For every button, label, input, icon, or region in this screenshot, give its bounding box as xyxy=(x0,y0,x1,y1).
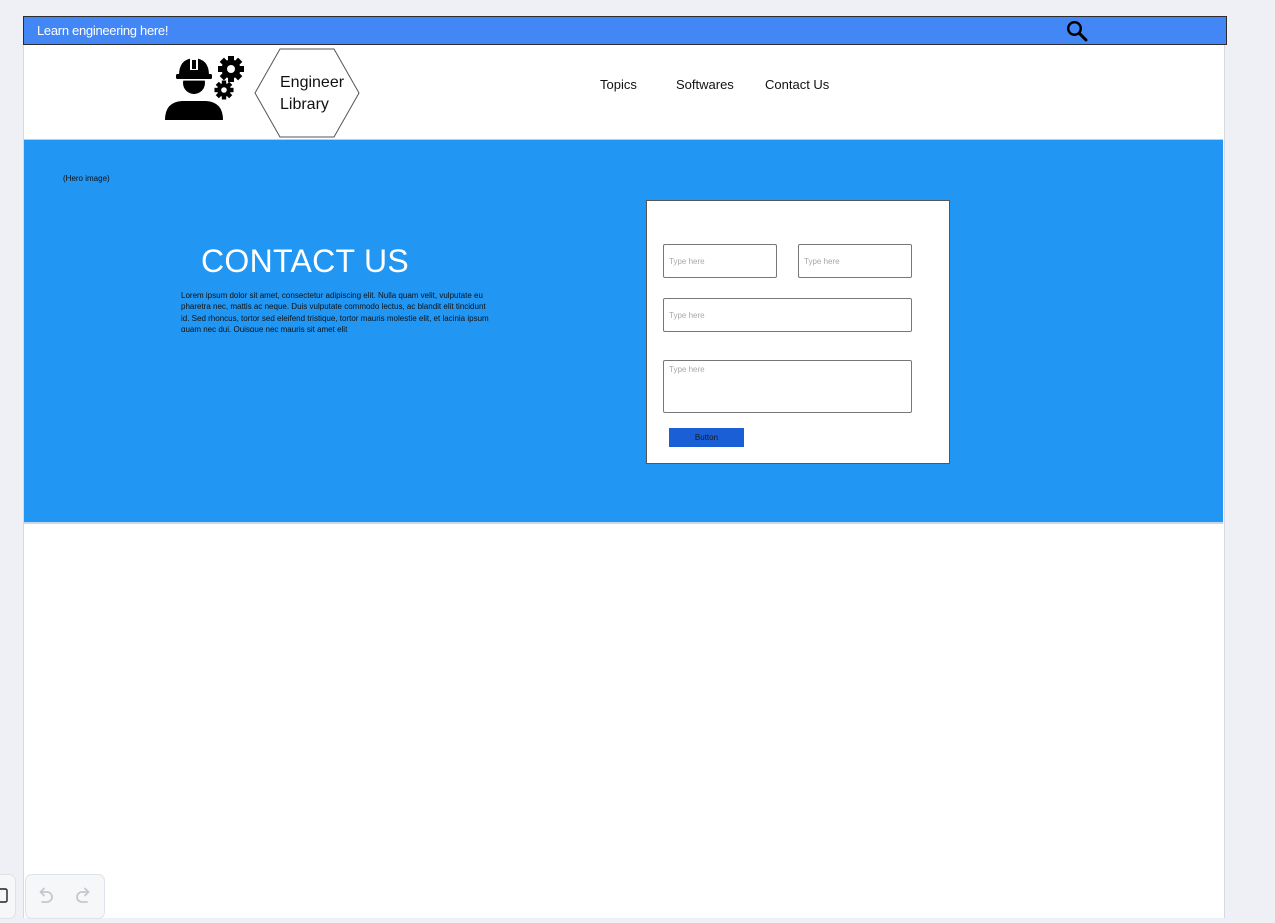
engineer-with-gears-icon[interactable] xyxy=(164,53,248,123)
undo-icon[interactable] xyxy=(35,886,55,906)
nav-topics[interactable]: Topics xyxy=(600,77,637,92)
brand-line-1: Engineer xyxy=(280,74,345,91)
contact-form: Button xyxy=(646,200,950,464)
brand-line-2: Library xyxy=(280,96,329,113)
email-field[interactable] xyxy=(663,298,912,332)
tagline: Learn engineering here! xyxy=(37,23,169,38)
page-title: CONTACT US xyxy=(201,243,410,279)
submit-button[interactable]: Button xyxy=(669,428,744,447)
undo-redo-toolbar xyxy=(25,874,105,919)
nav-contact-us[interactable]: Contact Us xyxy=(765,77,829,92)
hero-description: Lorem ipsum dolor sit amet, consectetur … xyxy=(181,291,489,332)
nav-softwares[interactable]: Softwares xyxy=(676,77,734,92)
side-toggle-button[interactable] xyxy=(0,874,16,919)
last-name-field[interactable] xyxy=(798,244,912,278)
announcement-bar: Learn engineering here! xyxy=(23,16,1227,45)
search-icon[interactable] xyxy=(1066,20,1088,42)
hero-section: (Hero image) CONTACT US Lorem ipsum dolo… xyxy=(24,140,1223,524)
hero-image-caption: (Hero image) xyxy=(63,174,110,183)
first-name-field[interactable] xyxy=(663,244,777,278)
message-field[interactable] xyxy=(663,360,912,413)
brand-name[interactable]: Engineer Library xyxy=(280,72,344,116)
site-header: Engineer Library Topics Softwares Contac… xyxy=(24,45,1223,140)
redo-icon[interactable] xyxy=(74,886,94,906)
